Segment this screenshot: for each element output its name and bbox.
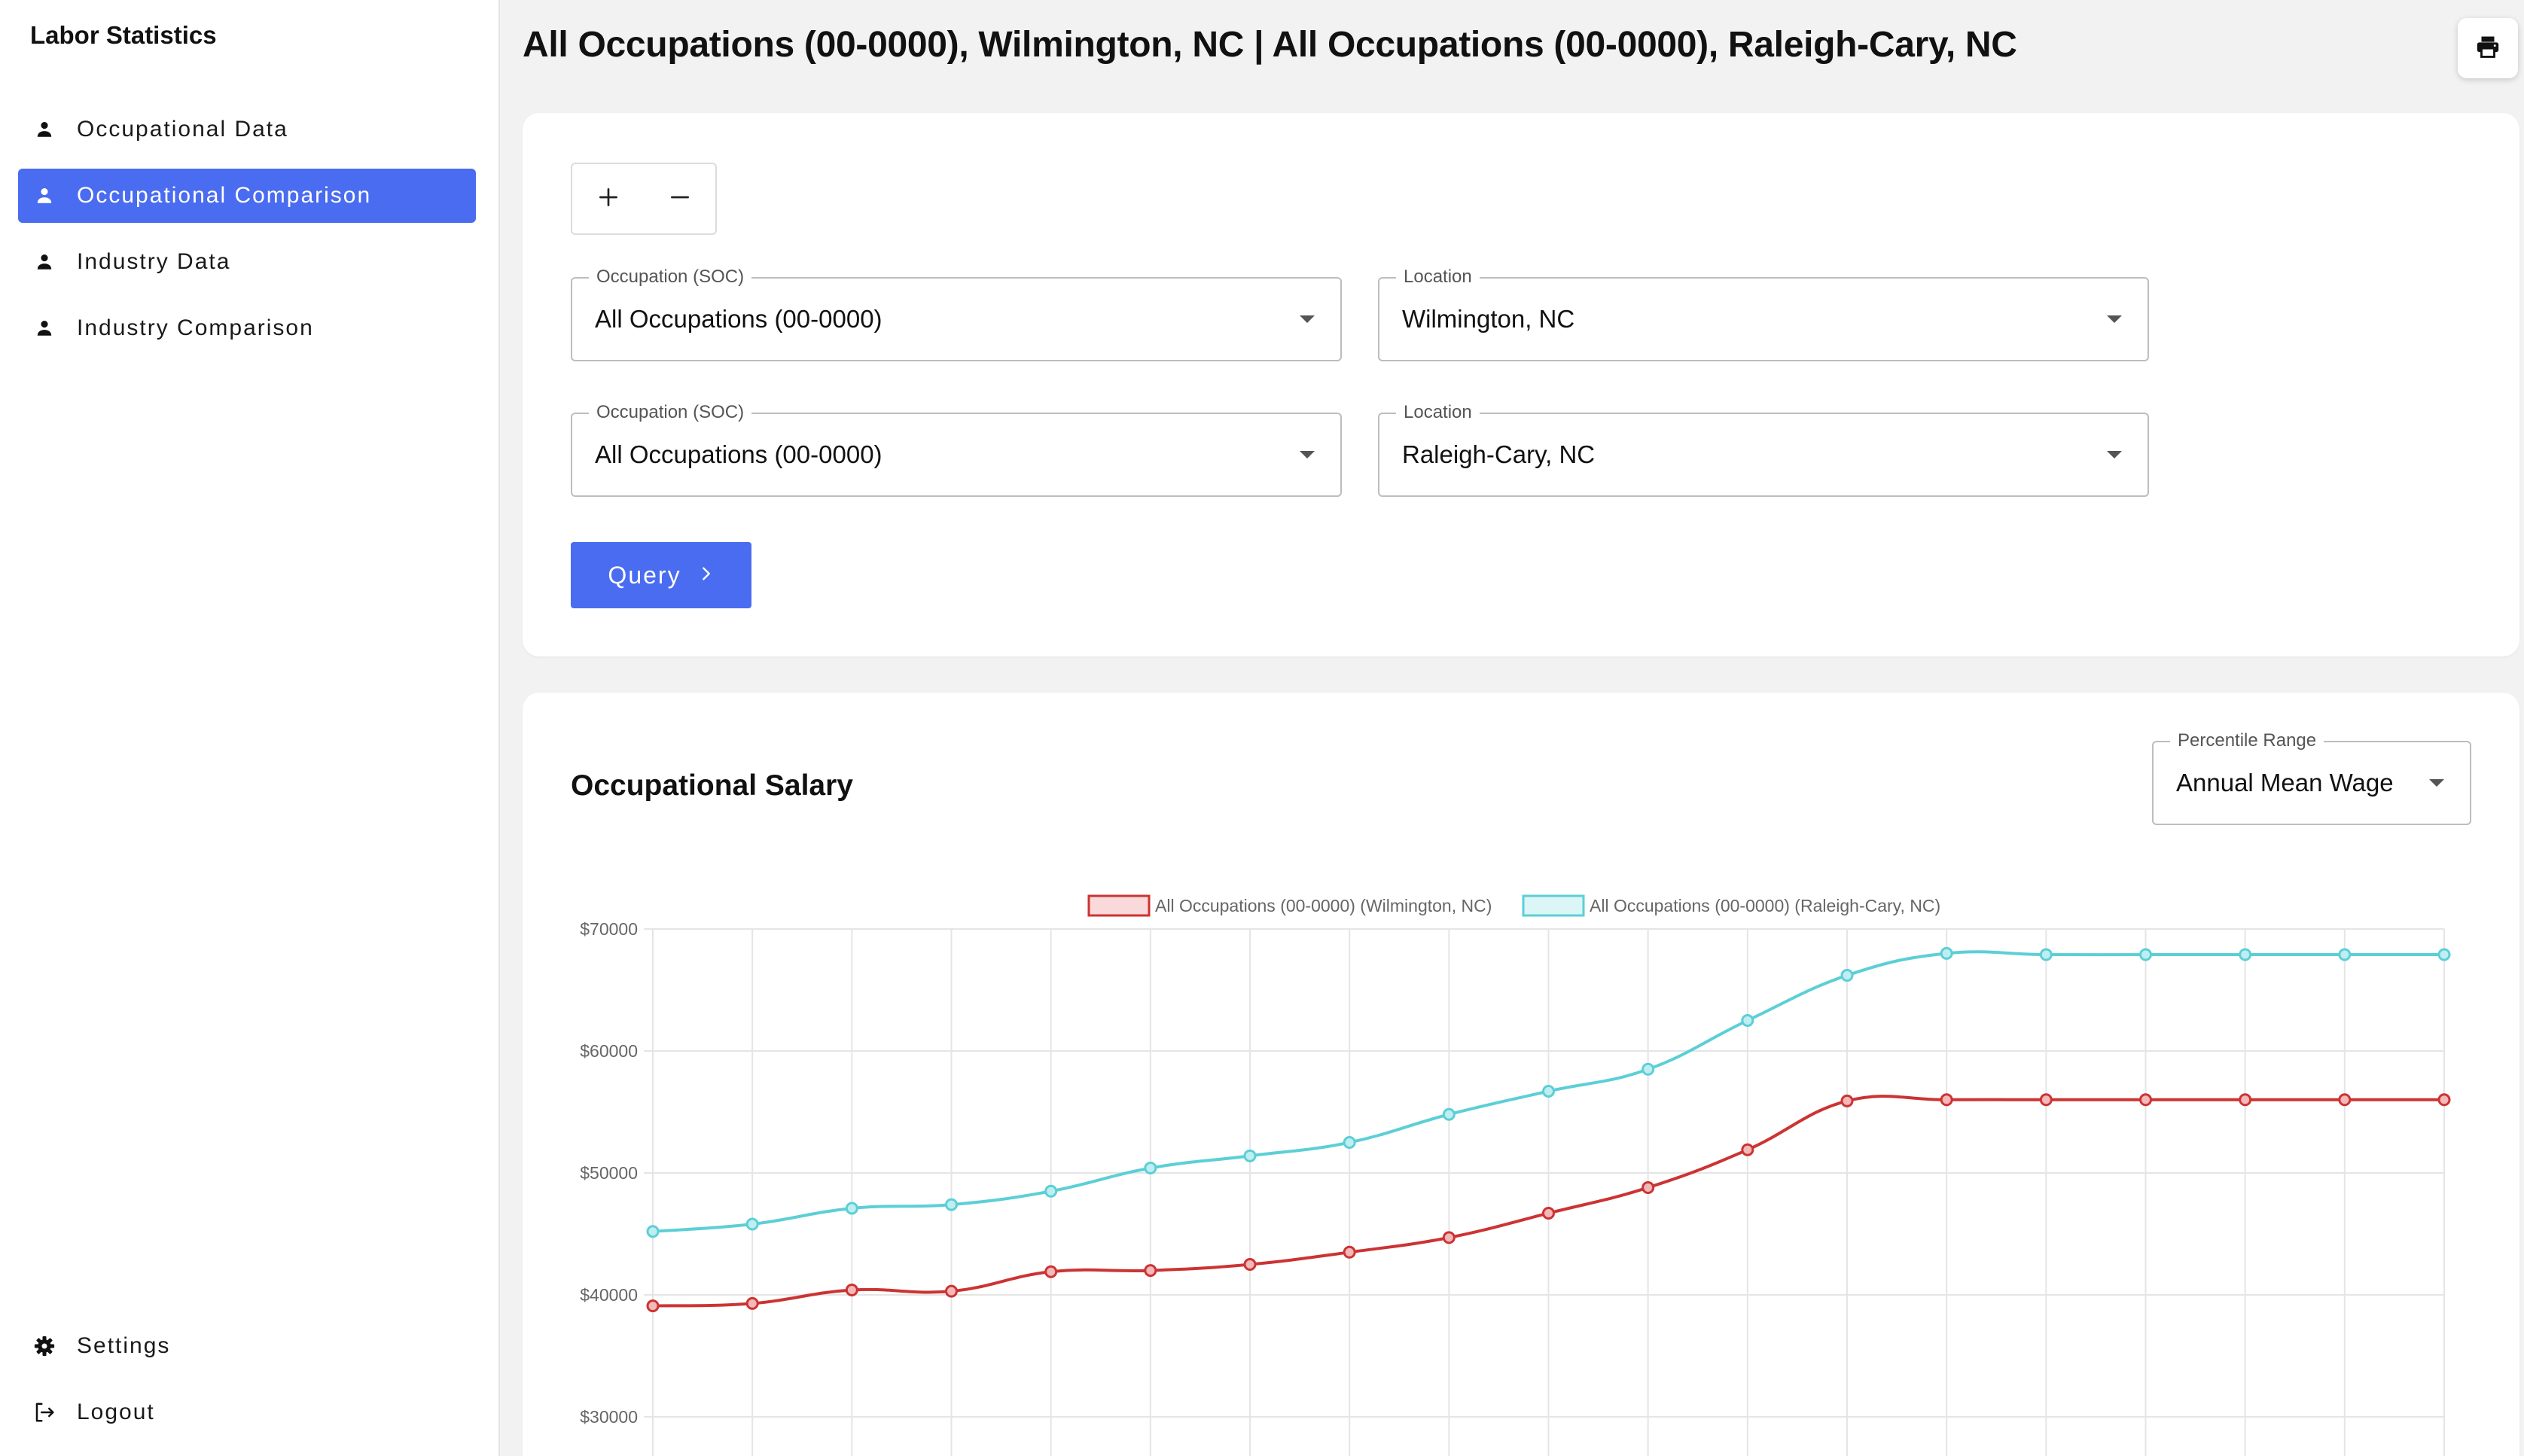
page-title: All Occupations (00-0000), Wilmington, N… [523, 25, 2017, 65]
data-point-series-0[interactable] [2437, 1093, 2451, 1107]
data-point-series-1[interactable] [845, 1202, 858, 1215]
occupation-select-label: Occupation (SOC) [589, 402, 752, 423]
sidebar-item-label: Industry Data [77, 249, 231, 274]
data-point-series-0[interactable] [745, 1296, 759, 1310]
data-point-series-0[interactable] [646, 1299, 660, 1313]
sidebar-item-label: Occupational Data [77, 117, 288, 142]
data-point-series-1[interactable] [2437, 948, 2451, 961]
data-point-series-0[interactable] [1343, 1245, 1356, 1259]
data-point-series-0[interactable] [1741, 1143, 1754, 1156]
query-button-label: Query [608, 561, 681, 589]
sidebar: Labor Statistics Occupational Data Occup… [0, 0, 500, 1456]
plus-icon [596, 185, 620, 213]
person-icon [33, 317, 56, 340]
data-point-series-0[interactable] [1642, 1180, 1655, 1194]
location-select-value: Wilmington, NC [1402, 305, 1575, 333]
legend-label-raleigh: All Occupations (00-0000) (Raleigh-Cary,… [1590, 896, 1940, 915]
caret-down-icon [2107, 451, 2122, 458]
data-point-series-0[interactable] [1243, 1258, 1257, 1271]
logout-icon [33, 1401, 56, 1424]
query-card: Occupation (SOC) All Occupations (00-000… [523, 113, 2519, 656]
print-button[interactable] [2458, 18, 2518, 78]
query-button[interactable]: Query [571, 542, 751, 608]
location-select-label: Location [1396, 402, 1480, 423]
data-point-series-0[interactable] [1044, 1265, 1058, 1278]
person-icon [33, 184, 56, 207]
person-icon [33, 118, 56, 141]
data-point-series-1[interactable] [1343, 1136, 1356, 1149]
data-point-series-0[interactable] [2338, 1093, 2352, 1107]
location-select-label: Location [1396, 267, 1480, 288]
location-select-1[interactable]: Location Wilmington, NC [1378, 267, 2149, 361]
minus-icon [668, 185, 692, 213]
salary-card: Occupational Salary Percentile Range Ann… [523, 693, 2519, 1456]
location-select-value: Raleigh-Cary, NC [1402, 440, 1596, 468]
caret-down-icon [1300, 315, 1315, 323]
y-tick-label: $60000 [580, 1041, 638, 1061]
data-point-series-1[interactable] [745, 1217, 759, 1231]
add-row-button[interactable] [572, 164, 644, 233]
legend-swatch-raleigh [1522, 894, 1585, 917]
sidebar-item-logout[interactable]: Logout [18, 1385, 476, 1439]
sidebar-item-industry-data[interactable]: Industry Data [18, 235, 476, 289]
location-select-2[interactable]: Location Raleigh-Cary, NC [1378, 402, 2149, 497]
sidebar-item-label: Settings [77, 1333, 171, 1358]
y-tick-label: $50000 [580, 1163, 638, 1183]
data-point-series-1[interactable] [646, 1225, 660, 1238]
add-remove-group [571, 163, 717, 235]
data-point-series-1[interactable] [1940, 946, 1953, 960]
data-point-series-0[interactable] [1840, 1094, 1854, 1107]
y-tick-label: $40000 [580, 1285, 638, 1305]
printer-icon [2475, 34, 2501, 63]
data-point-series-0[interactable] [845, 1284, 858, 1297]
data-point-series-1[interactable] [1144, 1162, 1157, 1175]
gear-icon [33, 1335, 56, 1357]
sidebar-item-industry-comparison[interactable]: Industry Comparison [18, 301, 476, 355]
person-icon [33, 251, 56, 273]
legend-label-wilmington: All Occupations (00-0000) (Wilmington, N… [1155, 896, 1492, 915]
salary-line-chart: All Occupations (00-0000) (Wilmington, N… [580, 894, 2451, 1456]
legend-swatch-wilmington [1087, 894, 1151, 917]
data-point-series-1[interactable] [1642, 1062, 1655, 1076]
y-tick-label: $30000 [580, 1407, 638, 1427]
data-point-series-1[interactable] [2239, 948, 2252, 961]
occupation-select-1[interactable]: Occupation (SOC) All Occupations (00-000… [571, 267, 1342, 361]
data-point-series-1[interactable] [1542, 1084, 1555, 1098]
sidebar-item-settings[interactable]: Settings [18, 1319, 476, 1373]
data-point-series-1[interactable] [1044, 1184, 1058, 1198]
data-point-series-0[interactable] [1144, 1264, 1157, 1278]
data-point-series-0[interactable] [945, 1284, 958, 1298]
data-point-series-0[interactable] [1542, 1206, 1555, 1220]
occupation-select-label: Occupation (SOC) [589, 267, 752, 288]
remove-row-button[interactable] [644, 164, 715, 233]
data-point-series-1[interactable] [1840, 969, 1854, 982]
data-point-series-1[interactable] [2338, 948, 2352, 961]
data-point-series-1[interactable] [1442, 1107, 1456, 1121]
chevron-right-icon [698, 565, 715, 586]
data-point-series-1[interactable] [1243, 1149, 1257, 1162]
data-point-series-1[interactable] [2139, 948, 2152, 961]
data-point-series-1[interactable] [945, 1198, 958, 1211]
app-title: Labor Statistics [30, 21, 217, 49]
data-point-series-0[interactable] [1940, 1093, 1953, 1107]
occupation-select-2[interactable]: Occupation (SOC) All Occupations (00-000… [571, 402, 1342, 497]
occupation-select-value: All Occupations (00-0000) [595, 440, 882, 468]
data-point-series-0[interactable] [2039, 1093, 2053, 1107]
data-point-series-1[interactable] [2039, 948, 2053, 961]
sidebar-item-occupational-data[interactable]: Occupational Data [18, 102, 476, 157]
data-point-series-1[interactable] [1741, 1014, 1754, 1027]
sidebar-item-label: Logout [77, 1400, 155, 1424]
caret-down-icon [1300, 451, 1315, 458]
occupation-select-value: All Occupations (00-0000) [595, 305, 882, 333]
sidebar-item-label: Industry Comparison [77, 315, 314, 340]
y-tick-label: $70000 [580, 919, 638, 939]
data-point-series-0[interactable] [2139, 1093, 2152, 1107]
sidebar-item-label: Occupational Comparison [77, 183, 372, 208]
data-point-series-0[interactable] [2239, 1093, 2252, 1107]
caret-down-icon [2107, 315, 2122, 323]
sidebar-item-occupational-comparison[interactable]: Occupational Comparison [18, 169, 476, 223]
data-point-series-0[interactable] [1442, 1231, 1456, 1244]
